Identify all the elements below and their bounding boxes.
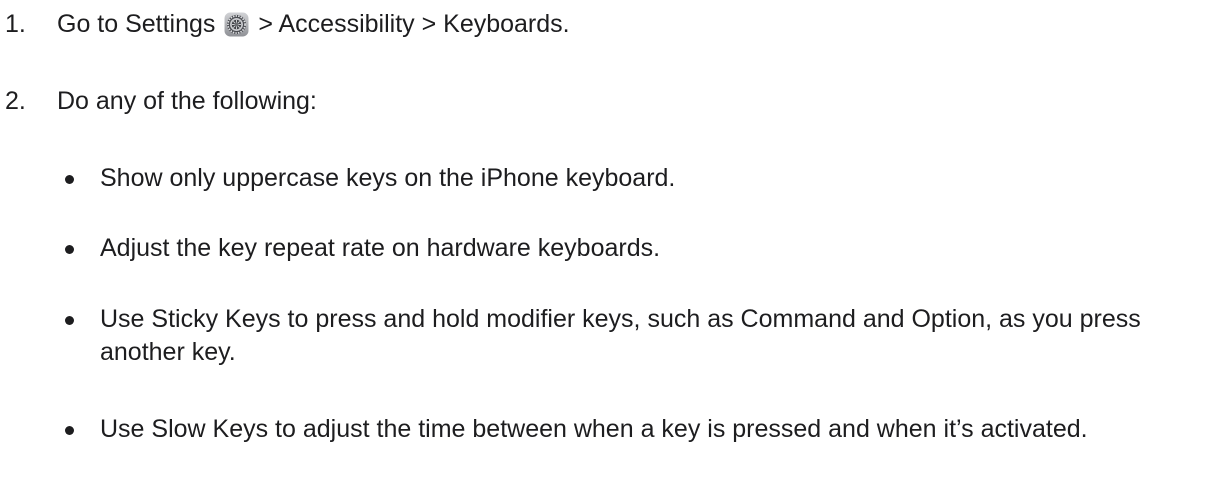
list-item-text: Adjust the key repeat rate on hardware k… [100, 234, 661, 262]
step-text: Do any of the following: [57, 87, 317, 115]
bullet-icon [65, 316, 74, 325]
bullet-icon [65, 175, 74, 184]
settings-gear-icon [224, 12, 249, 37]
list-item-text: Use Sticky Keys to press and hold modifi… [100, 305, 1141, 366]
list-item-text: Show only uppercase keys on the iPhone k… [100, 164, 676, 192]
step-text: Go to Settings > Accessibility > Keyboar… [57, 8, 570, 41]
list-item-text: Use Slow Keys to adjust the time between… [100, 415, 1088, 443]
bullet-icon [65, 426, 74, 435]
step-number: 2. [5, 87, 26, 115]
step-number: 1. [5, 10, 26, 38]
bullet-icon [65, 245, 74, 254]
instructions-document: 1. Go to Settings > Accessibility > Keyb… [0, 0, 1206, 502]
step-text-prefix: Go to Settings [57, 10, 216, 38]
step-text-suffix: > Accessibility > Keyboards. [258, 10, 570, 38]
